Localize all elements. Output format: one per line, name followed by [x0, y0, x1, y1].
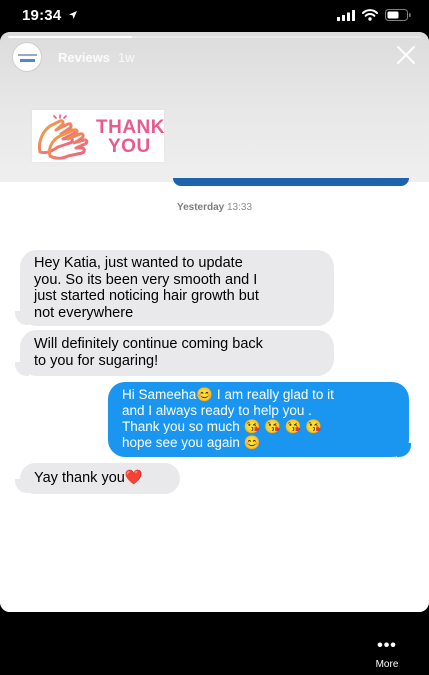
- story-age: 1w: [118, 49, 135, 65]
- status-icons: [337, 9, 411, 21]
- timestamp-time: 13:33: [227, 202, 253, 213]
- more-button[interactable]: ••• More: [371, 637, 403, 671]
- avatar-logo-line: [18, 54, 37, 56]
- close-icon[interactable]: [395, 44, 417, 66]
- received-message-3: Yay thank you❤️: [20, 463, 180, 494]
- received-message-1: Hey Katia, just wanted to update you. So…: [20, 250, 334, 326]
- previous-message-bubble-edge: [173, 178, 409, 186]
- message-line: not everywhere: [34, 304, 134, 321]
- story-header: Reviews 1w: [12, 42, 135, 72]
- sent-message: Hi Sameeha😊 I am really glad to it and I…: [108, 382, 409, 457]
- story-card[interactable]: Reviews 1w THANK YOU Yesterday 13:33 Hey…: [0, 32, 429, 612]
- avatar[interactable]: [12, 42, 42, 72]
- message-timestamp: Yesterday 13:33: [0, 202, 429, 213]
- battery-icon: [385, 9, 411, 21]
- clock-text: 19:34: [22, 7, 62, 24]
- cellular-signal-icon: [337, 9, 355, 21]
- sticker-text-you: YOU: [108, 136, 151, 157]
- location-arrow-icon: [68, 11, 77, 19]
- message-line: Will definitely continue coming back: [34, 336, 263, 352]
- sticker-text-thank: THANK: [96, 117, 165, 138]
- message-line: Thank you so much 😘 😘 😘 😘: [122, 419, 323, 434]
- story-progress-track: [8, 36, 421, 38]
- story-progress-fill: [8, 36, 132, 38]
- message-line: Yay thank you❤️: [34, 470, 143, 486]
- clapping-hands-icon: [38, 114, 89, 160]
- more-dots-icon: •••: [377, 637, 397, 654]
- more-label: More: [375, 659, 399, 670]
- wifi-icon: [362, 9, 378, 21]
- avatar-logo-bar: [20, 59, 35, 62]
- status-time: 19:34: [22, 7, 78, 24]
- timestamp-day: Yesterday: [176, 202, 225, 213]
- story-footer: ••• More: [0, 612, 429, 675]
- thank-you-sticker: THANK YOU: [32, 110, 165, 162]
- message-line: Hi Sameeha😊 I am really glad to it: [122, 387, 334, 402]
- received-message-2: Will definitely continue coming back to …: [20, 330, 334, 376]
- message-line: hope see you again 😊: [122, 435, 261, 450]
- message-screenshot: Yesterday 13:33 Hey Katia, just wanted t…: [0, 178, 429, 612]
- message-line: you. So its been very smooth and I: [34, 271, 258, 288]
- message-line: and I always ready to help you .: [122, 403, 312, 418]
- status-bar: 19:34: [0, 0, 429, 32]
- story-header-area: Reviews 1w THANK YOU: [0, 32, 429, 182]
- message-line: just started noticing hair growth but: [34, 288, 259, 304]
- message-line: to you for sugaring!: [34, 352, 159, 369]
- message-line: Hey Katia, just wanted to update: [34, 255, 243, 271]
- story-account-name[interactable]: Reviews: [58, 50, 110, 65]
